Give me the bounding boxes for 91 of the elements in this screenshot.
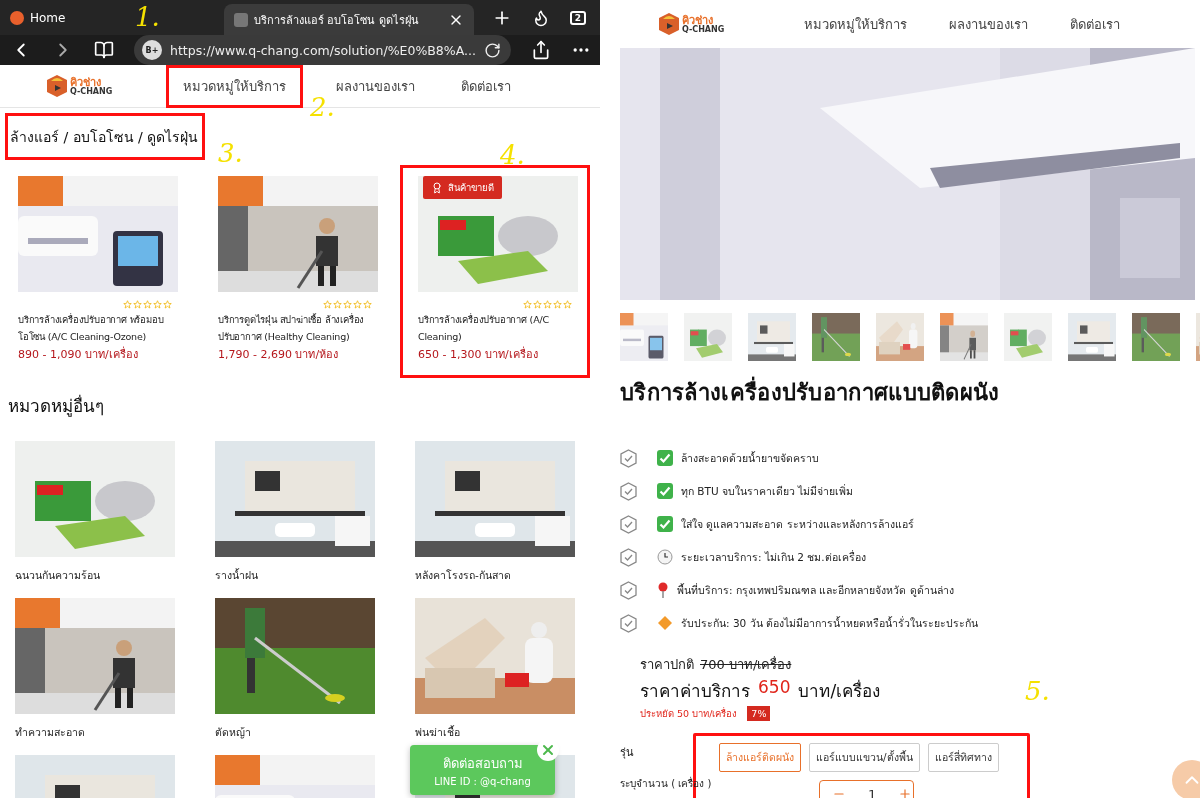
category-label[interactable]: ฉนวนกันความร้อน: [15, 567, 175, 584]
category-label[interactable]: ตัดหญ้า: [215, 724, 375, 741]
feature-text: ล้างสะอาดด้วยน้ำยาขจัดคราบ: [681, 450, 819, 466]
diamond-icon: [657, 615, 673, 631]
regular-price-label: ราคาปกติ: [640, 656, 694, 674]
star-icon: [363, 300, 372, 309]
logo-text: คิวช่าง: [682, 14, 713, 26]
chat-line-id: LINE ID : @q-chang: [434, 776, 531, 787]
badge-text: สินค้าขายดี: [448, 181, 494, 195]
feature-text: รับประกัน: 30 วัน ต้องไม่มีอาการน้ำหยดหรือน้ำรั่วในระยะประกัน: [681, 615, 978, 631]
nav-link[interactable]: ผลงานของเรา: [333, 68, 418, 104]
star-icon: [343, 300, 352, 309]
feature-text: พื้นที่บริการ: กรุงเทพปริมณฑล และอีกหลายจังหวัด ดูด้านล่าง: [677, 582, 954, 599]
section-heading: หมวดหมู่อื่นๆ: [8, 393, 105, 419]
feature-text: ระยะเวลาบริการ: ไม่เกิน 2 ชม.ต่อเครื่อง: [681, 549, 866, 565]
chat-title: ติดต่อสอบถาม: [442, 755, 523, 773]
variant-option[interactable]: แอร์สี่ทิศทาง: [927, 743, 999, 772]
award-icon: [431, 181, 443, 194]
book-icon[interactable]: [94, 40, 114, 60]
feature-text: ใส่ใจ ดูแลความสะอาด ระหว่างและหลังการล้างแอร์: [681, 516, 914, 533]
browser-tab[interactable]: Home: [0, 0, 76, 35]
site-badge: B+: [142, 40, 162, 60]
product-price: 1,790 - 2,690 บาท/ห้อง: [218, 347, 340, 363]
savings-text: ประหยัด 50 บาท/เครื่อง: [640, 706, 738, 721]
star-icon: [323, 300, 332, 309]
checkbox-icon: [657, 450, 673, 466]
product-title[interactable]: บริการล้างเครื่องปรับอากาศ พร้อมอบโอโซน (A/C Cleaning-Ozone): [18, 311, 172, 345]
product-title[interactable]: บริการดูดไรฝุ่น สปาฆ่าเชื้อ ล้างเครื่องปรับอากาศ (Healthy Cleaning): [218, 311, 372, 345]
star-icon: [523, 300, 532, 309]
star-icon: [533, 300, 542, 309]
service-price-label: ราคาค่าบริการ: [640, 680, 750, 703]
reload-icon[interactable]: [483, 41, 501, 59]
product-price: 650 - 1,300 บาท/เครื่อง: [418, 345, 539, 363]
product-title[interactable]: บริการล้างเครื่องปรับอากาศ (A/C Cleaning): [418, 311, 572, 345]
pin-icon: [657, 582, 669, 598]
variant-option[interactable]: แอร์แบบแขวน/ตั้งพื้น: [809, 743, 920, 772]
shield-check-icon: [620, 448, 637, 468]
star-icon: [123, 300, 132, 309]
shield-check-icon: [620, 547, 637, 567]
discount-badge: 7%: [747, 706, 771, 721]
logo-icon: [46, 74, 68, 98]
logo-subtext: Q-CHANG: [70, 87, 113, 96]
nav-link[interactable]: หมวดหมู่ให้บริการ: [804, 13, 908, 35]
star-icon: [163, 300, 172, 309]
star-icon: [143, 300, 152, 309]
logo-text: คิวช่าง: [70, 76, 101, 88]
favicon-icon: [10, 10, 24, 25]
category-label[interactable]: ทำความสะอาด: [15, 724, 175, 741]
product-price: 890 - 1,090 บาท/เครื่อง: [18, 345, 139, 363]
category-label[interactable]: พ่นฆ่าเชื้อ: [415, 724, 575, 741]
star-icon: [133, 300, 142, 309]
star-icon: [153, 300, 162, 309]
logo-icon: [658, 12, 680, 36]
annotation-number: 2.: [310, 92, 335, 122]
annotation-number: 1.: [135, 2, 160, 32]
shield-check-icon: [620, 613, 637, 633]
annotation-number: 3.: [218, 138, 243, 168]
logo-subtext: Q-CHANG: [682, 25, 725, 34]
favicon-icon: [233, 12, 248, 27]
star-icon: [353, 300, 362, 309]
clock-icon: [657, 549, 673, 565]
star-icon: [543, 300, 552, 309]
quantity-value: 1: [868, 786, 877, 798]
annotation-number: 5.: [1025, 676, 1050, 706]
shield-check-icon: [620, 481, 637, 501]
browser-tab[interactable]: บริการล้างแอร์ อบโอโซน ดูดไรฝุ่น: [223, 4, 474, 35]
service-price: 650: [758, 677, 791, 699]
product-card[interactable]: สินค้าขายดี บริการล้างเครื่องปรับอากาศ (A/C Cleaning) 650 - 1,300 บาท/เครื่อง: [400, 165, 590, 378]
checkbox-icon: [657, 516, 673, 532]
product-card[interactable]: บริการดูดไรฝุ่น สปาฆ่าเชื้อ ล้างเครื่องปรับอากาศ (Healthy Cleaning) 1,790 - 2,690 บาท/ห้อง: [200, 165, 390, 378]
star-icon: [563, 300, 572, 309]
nav-link[interactable]: ติดต่อเรา: [458, 68, 514, 104]
tab-count[interactable]: 2: [569, 10, 586, 25]
regular-price: 700 บาท/เครื่อง: [700, 655, 792, 674]
shield-check-icon: [620, 580, 637, 600]
variant-label: รุ่น: [620, 745, 635, 761]
price-unit: บาท/เครื่อง: [798, 678, 881, 703]
nav-link[interactable]: ผลงานของเรา: [949, 13, 1029, 35]
category-label[interactable]: หลังคาโรงรถ-กันสาด: [415, 567, 575, 584]
shield-check-icon: [620, 514, 637, 534]
category-label[interactable]: รางน้ำฝน: [215, 567, 375, 584]
address-field[interactable]: B+ https://www.q-chang.com/solution/%E0%B8%A...: [134, 35, 511, 65]
nav-link[interactable]: ติดต่อเรา: [1070, 13, 1121, 35]
product-card[interactable]: บริการล้างเครื่องปรับอากาศ พร้อมอบโอโซน (A/C Cleaning-Ozone) 890 - 1,090 บาท/เครื่อง: [0, 165, 190, 378]
checkbox-icon: [657, 483, 673, 499]
page-heading: ล้างแอร์ / อบโอโซน / ดูดไรฝุ่น: [5, 113, 206, 160]
star-icon: [333, 300, 342, 309]
star-icon: [553, 300, 562, 309]
nav-link[interactable]: หมวดหมู่ให้บริการ: [166, 64, 303, 108]
product-title: บริการล้างเครื่องปรับอากาศแบบติดผนัง: [620, 375, 1200, 410]
feature-text: ทุก BTU จบในราคาเดียว ไม่มีจ่ายเพิ่ม: [681, 483, 854, 500]
